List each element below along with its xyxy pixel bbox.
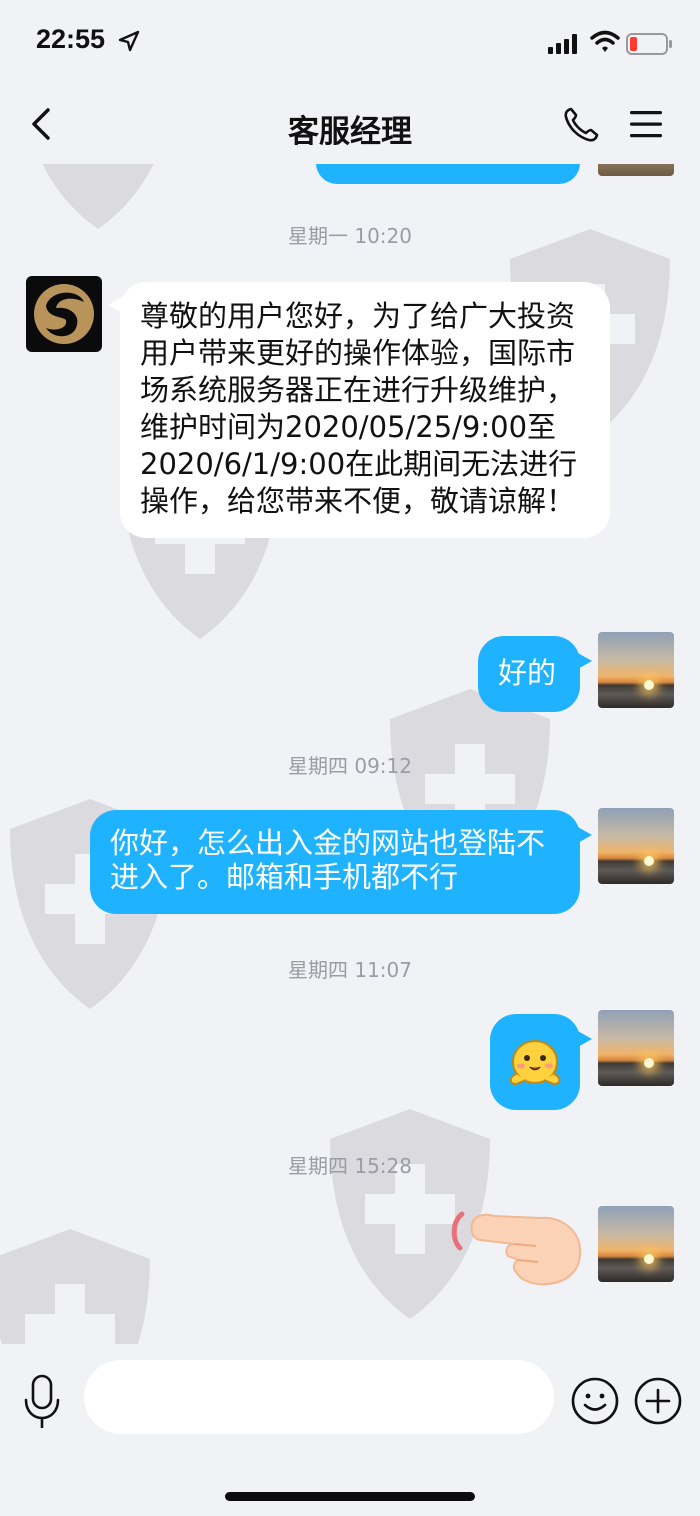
previous-outgoing-bubble[interactable]: [316, 164, 580, 184]
message-timestamp: 星期四 15:28: [288, 1154, 412, 1178]
shield-watermark-icon: [0, 1229, 150, 1344]
location-arrow-icon: [118, 30, 140, 52]
battery-low-icon: [626, 33, 672, 55]
emoji-button[interactable]: [570, 1376, 620, 1426]
input-bar: [0, 1344, 700, 1464]
brand-logo-icon: [34, 284, 94, 344]
cellular-signal-icon: [548, 34, 577, 54]
chat-area[interactable]: 星期一 10:20 尊敬的用户您好，为了给广大投资用户带来更好的操作体验，国际市…: [0, 164, 700, 1344]
my-avatar[interactable]: [598, 1010, 674, 1086]
message-input[interactable]: [84, 1360, 554, 1434]
my-avatar[interactable]: [598, 632, 674, 708]
phone-call-button[interactable]: [562, 106, 600, 144]
outgoing-message-bubble[interactable]: 好的: [478, 636, 592, 712]
message-timestamp: 星期一 10:20: [288, 224, 412, 248]
message-text: 好的: [498, 656, 557, 690]
wifi-icon: [590, 30, 620, 52]
add-attachment-button[interactable]: [633, 1376, 683, 1426]
service-avatar[interactable]: [26, 276, 102, 352]
home-indicator[interactable]: [225, 1492, 475, 1501]
voice-input-button[interactable]: [22, 1374, 62, 1430]
nav-bar: 客服经理: [0, 84, 700, 164]
outgoing-sticker-bubble[interactable]: [490, 1014, 592, 1110]
message-timestamp: 星期四 11:07: [288, 958, 412, 982]
message-timestamp: 星期四 09:12: [288, 754, 412, 778]
emoji-sticker-icon: [509, 1040, 561, 1086]
menu-button[interactable]: [628, 108, 664, 140]
my-avatar[interactable]: [598, 808, 674, 884]
pointing-hand-icon[interactable]: [444, 1200, 584, 1290]
outgoing-message-bubble[interactable]: 你好，怎么出入金的网站也登陆不进入了。邮箱和手机都不行: [90, 810, 592, 914]
status-bar: 22:55: [0, 0, 700, 80]
message-text: 尊敬的用户您好，为了给广大投资用户带来更好的操作体验，国际市场系统服务器正在进行…: [140, 299, 578, 518]
my-avatar[interactable]: [598, 1206, 674, 1282]
status-time: 22:55: [36, 24, 106, 54]
message-text: 你好，怎么出入金的网站也登陆不进入了。邮箱和手机都不行: [110, 826, 546, 894]
incoming-message-bubble[interactable]: 尊敬的用户您好，为了给广大投资用户带来更好的操作体验，国际市场系统服务器正在进行…: [108, 282, 610, 538]
avatar[interactable]: [598, 164, 674, 176]
